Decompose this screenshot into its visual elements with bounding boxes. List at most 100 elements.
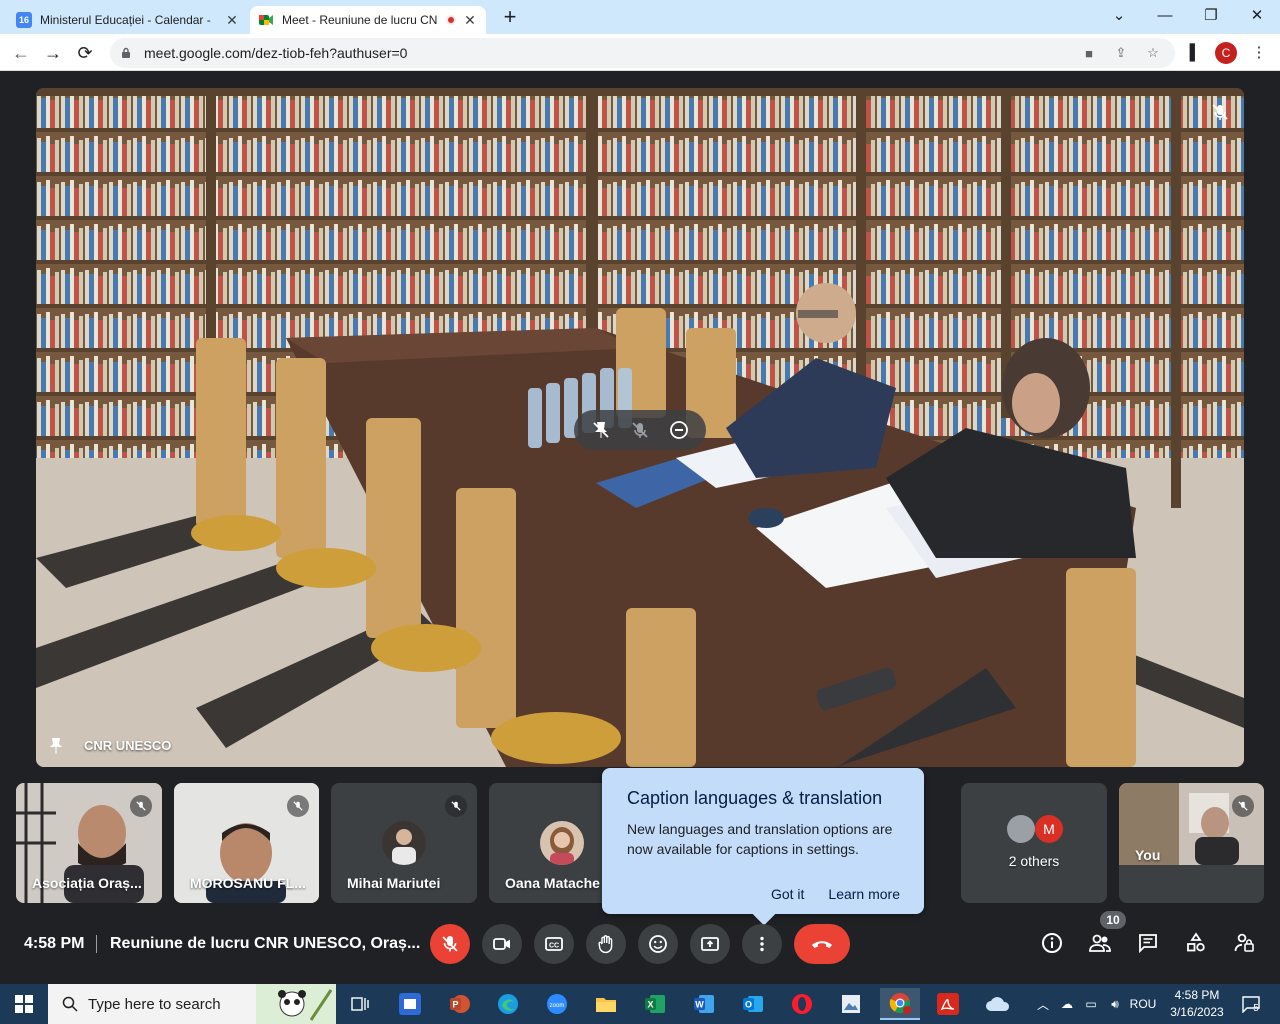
search-placeholder: Type here to search: [88, 995, 221, 1013]
chat-button[interactable]: [1132, 927, 1164, 959]
taskbar-search-box[interactable]: Type here to search: [48, 984, 336, 1024]
participant-name: You: [1135, 847, 1161, 863]
participant-name: CNR UNESCO: [84, 738, 172, 753]
participant-tile[interactable]: Mihai Mariutei: [331, 783, 477, 903]
hang-up-icon: [812, 941, 832, 948]
recording-icon: [446, 15, 456, 25]
share-icon[interactable]: ⇪: [1109, 45, 1133, 61]
opera-icon[interactable]: [782, 988, 822, 1020]
network-icon[interactable]: ▭: [1080, 984, 1102, 1024]
avatar: [540, 821, 584, 865]
main-video-tile[interactable]: CNR UNESCO: [36, 88, 1244, 767]
task-view-icon[interactable]: [340, 988, 380, 1020]
close-icon[interactable]: ✕: [224, 12, 240, 29]
closed-captions-icon: CC: [545, 937, 563, 951]
menu-kebab-icon[interactable]: ⋮: [1246, 40, 1272, 66]
more-vert-icon: [760, 936, 764, 952]
avatar: [1007, 815, 1035, 843]
minimize-button[interactable]: —: [1142, 4, 1188, 28]
powerpoint-icon[interactable]: P: [439, 988, 479, 1020]
tab-title: Meet - Reuniune de lucru CN: [282, 13, 438, 27]
host-controls-button[interactable]: [1228, 927, 1260, 959]
captions-button[interactable]: CC: [534, 924, 574, 964]
activities-button[interactable]: [1180, 927, 1212, 959]
address-bar[interactable]: meet.google.com/dez-tiob-feh?authuser=0 …: [110, 38, 1175, 68]
avatar: [382, 821, 426, 865]
close-window-button[interactable]: ✕: [1234, 4, 1280, 28]
zoom-icon[interactable]: zoom: [537, 988, 577, 1020]
got-it-button[interactable]: Got it: [771, 886, 804, 902]
remove-icon[interactable]: [667, 418, 691, 442]
onedrive-tray-icon[interactable]: ☁: [1056, 984, 1078, 1024]
notifications-button[interactable]: 5: [1236, 984, 1264, 1024]
profile-avatar[interactable]: C: [1215, 42, 1237, 64]
mic-off-icon[interactable]: [628, 418, 652, 442]
participant-tile-others[interactable]: M 2 others: [961, 783, 1107, 903]
videocam-icon: [493, 938, 510, 950]
forward-button[interactable]: →: [40, 40, 66, 66]
language-indicator[interactable]: ROU: [1128, 984, 1158, 1024]
tab-search-button[interactable]: ⌄: [1096, 4, 1142, 28]
volume-icon[interactable]: 🔊︎: [1104, 984, 1126, 1024]
reload-button[interactable]: ⟳: [72, 40, 98, 66]
present-button[interactable]: [690, 924, 730, 964]
mic-off-icon: [130, 795, 152, 817]
svg-text:W: W: [695, 1000, 704, 1010]
browser-tab-bar: 16 Ministerul Educației - Calendar - ✕ M…: [0, 0, 1280, 34]
activities-icon: [1187, 932, 1205, 952]
participant-name: Oana Matache: [505, 875, 600, 891]
start-button[interactable]: [0, 984, 48, 1024]
leave-call-button[interactable]: [794, 924, 850, 964]
word-icon[interactable]: W: [684, 988, 724, 1020]
chrome-icon[interactable]: [880, 988, 920, 1020]
windows-taskbar: Type here to search P zoom X W O ︿ ☁ ▭ 🔊…: [0, 984, 1280, 1024]
close-icon[interactable]: ✕: [462, 12, 478, 29]
side-panel-icon[interactable]: ▌: [1182, 40, 1208, 66]
tab-calendar[interactable]: 16 Ministerul Educației - Calendar - ✕: [8, 6, 248, 34]
back-button[interactable]: ←: [8, 40, 34, 66]
mic-off-icon: [1212, 104, 1228, 120]
participant-name: Mihai Mariutei: [347, 875, 441, 891]
meeting-details-button[interactable]: [1036, 927, 1068, 959]
more-options-button[interactable]: [742, 924, 782, 964]
notification-count: 5: [1253, 1002, 1259, 1014]
reactions-button[interactable]: [638, 924, 678, 964]
participant-tile[interactable]: Asociația Oraș...: [16, 783, 162, 903]
camera-icon[interactable]: ■: [1077, 46, 1101, 61]
lock-person-icon: [1234, 933, 1254, 952]
tab-title: Ministerul Educației - Calendar -: [40, 13, 211, 27]
pin-icon[interactable]: [48, 737, 64, 755]
self-tile[interactable]: You: [1119, 783, 1264, 903]
image-viewer-icon[interactable]: [831, 988, 871, 1020]
camera-toggle-button[interactable]: [482, 924, 522, 964]
present-screen-icon: [701, 937, 719, 951]
unpin-icon[interactable]: [589, 418, 613, 442]
outlook-icon[interactable]: O: [733, 988, 773, 1020]
info-icon: [1042, 933, 1062, 953]
mic-toggle-button[interactable]: [430, 924, 470, 964]
taskbar-date: 3/16/2023: [1170, 1005, 1224, 1019]
learn-more-button[interactable]: Learn more: [828, 886, 900, 902]
show-hidden-icons[interactable]: ︿: [1034, 984, 1052, 1024]
acrobat-icon[interactable]: [928, 988, 968, 1020]
restore-button[interactable]: ❐: [1188, 4, 1234, 28]
people-button[interactable]: [1084, 927, 1116, 959]
search-icon: [62, 996, 78, 1012]
bookmark-star-icon[interactable]: ☆: [1141, 45, 1165, 61]
tab-meet[interactable]: Meet - Reuniune de lucru CN ✕: [250, 6, 486, 34]
popup-title: Caption languages & translation: [627, 788, 883, 808]
windows-logo-icon: [15, 995, 33, 1013]
edge-icon[interactable]: [488, 988, 528, 1020]
taskbar-app-icon[interactable]: [390, 988, 430, 1020]
popup-body: New languages and translation options ar…: [627, 821, 893, 857]
excel-icon[interactable]: X: [635, 988, 675, 1020]
mic-off-icon: [445, 795, 467, 817]
raise-hand-button[interactable]: [586, 924, 626, 964]
taskbar-time: 4:58 PM: [1174, 988, 1220, 1002]
onedrive-icon[interactable]: [978, 988, 1018, 1020]
new-tab-button[interactable]: +: [498, 6, 522, 30]
google-meet-icon: [258, 12, 274, 28]
file-explorer-icon[interactable]: [586, 988, 626, 1020]
taskbar-clock[interactable]: 4:58 PM 3/16/2023: [1158, 987, 1236, 1021]
participant-tile[interactable]: MOROSANU FL...: [174, 783, 319, 903]
